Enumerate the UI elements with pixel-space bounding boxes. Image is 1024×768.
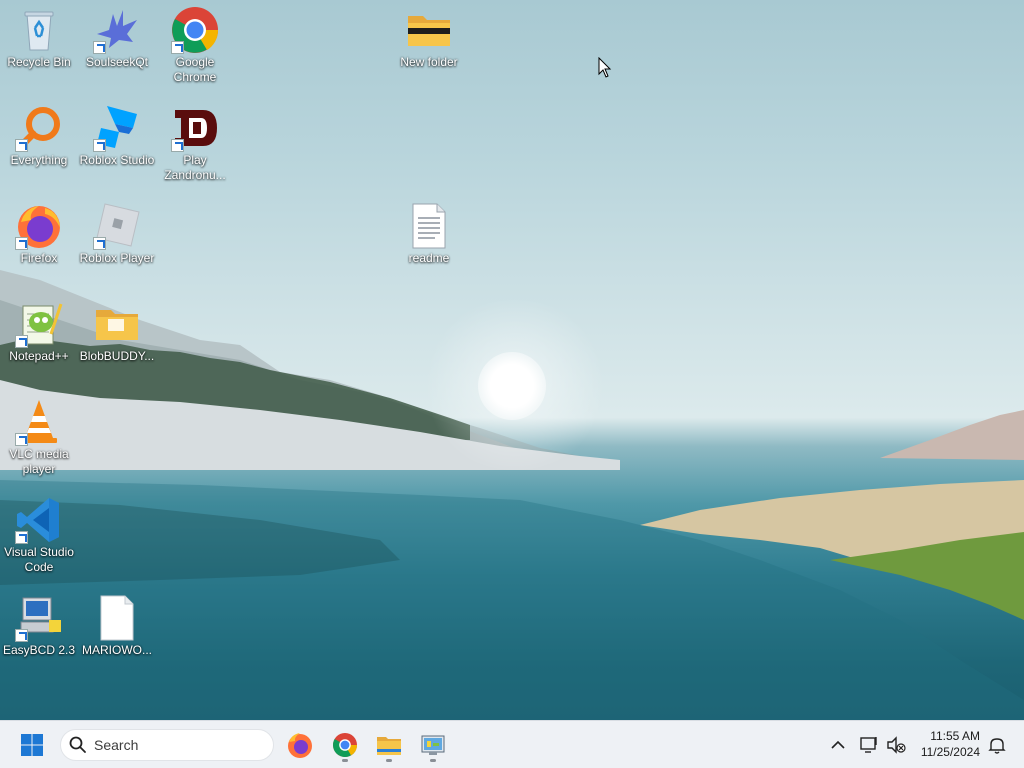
recycle-bin-icon	[15, 6, 63, 54]
folder-icon	[405, 6, 453, 54]
search-icon	[69, 736, 86, 753]
shortcut-arrow-icon	[93, 41, 106, 54]
shortcut-arrow-icon	[15, 433, 28, 446]
desktop-icon-vlc-media-player[interactable]: VLC media player	[0, 398, 79, 477]
network-display-icon	[860, 737, 877, 753]
desktop-icon-label: Everything	[10, 153, 68, 167]
notifications-button[interactable]	[985, 733, 1009, 757]
shortcut-arrow-icon	[15, 237, 28, 250]
desktop-icon-blobbuddy[interactable]: BlobBUDDY...	[77, 300, 157, 364]
firefox-icon	[15, 202, 63, 250]
volume-muted-icon	[887, 736, 906, 754]
desktop-icon-roblox-studio[interactable]: Roblox Studio	[77, 104, 157, 168]
file-explorer-icon	[377, 737, 401, 755]
desktop-icon-label: Visual Studio Code	[4, 545, 74, 574]
firefox-icon	[288, 733, 312, 758]
desktop-icon-label: Google Chrome	[173, 55, 217, 84]
roblox-player-icon	[93, 202, 141, 250]
desktop-icon-label: MARIOWO...	[82, 643, 152, 657]
desktop-icon-recycle-bin[interactable]: Recycle Bin	[0, 6, 79, 70]
search-box[interactable]: Search	[60, 729, 274, 761]
desktop-icon-google-chrome[interactable]: Google Chrome	[155, 6, 235, 85]
running-indicator	[386, 759, 392, 762]
desktop-icon-new-folder[interactable]: New folder	[389, 6, 469, 70]
shortcut-arrow-icon	[15, 139, 28, 152]
desktop-icon-label: readme	[408, 251, 450, 265]
sun	[478, 352, 546, 420]
search-placeholder: Search	[94, 737, 139, 753]
shortcut-arrow-icon	[93, 237, 106, 250]
desktop-icon-label: Firefox	[20, 251, 58, 265]
desktop-icon-label: BlobBUDDY...	[79, 349, 155, 363]
desktop-icon-play-zandronum[interactable]: Play Zandronu...	[155, 104, 235, 183]
folder-icon	[93, 300, 141, 348]
desktop-icon-roblox-player[interactable]: Roblox Player	[77, 202, 157, 266]
desktop-icon-everything[interactable]: Everything	[0, 104, 79, 168]
desktop-icon-soulseekqt[interactable]: SoulseekQt	[77, 6, 157, 70]
desktop-icon-mariowo[interactable]: MARIOWO...	[77, 594, 157, 658]
clock-date: 11/25/2024	[920, 745, 980, 759]
chrome-icon	[332, 733, 357, 758]
desktop-icon-label: New folder	[400, 55, 458, 69]
taskbar-firefox-button[interactable]	[282, 727, 318, 763]
desktop-icon-visual-studio-code[interactable]: Visual Studio Code	[0, 496, 79, 575]
bell-icon	[988, 738, 1006, 754]
notepad-plus-plus-icon	[15, 300, 63, 348]
desktop-icon-label: VLC media player	[9, 447, 69, 476]
desktop-icon-readme[interactable]: readme	[389, 202, 469, 266]
shortcut-arrow-icon	[171, 41, 184, 54]
windows-logo-icon	[21, 734, 43, 756]
chrome-icon	[171, 6, 219, 54]
vscode-icon	[15, 496, 63, 544]
shortcut-arrow-icon	[15, 629, 28, 642]
text-document-icon	[405, 202, 453, 250]
desktop[interactable]: Recycle Bin SoulseekQt Google Chrome New…	[0, 0, 1024, 720]
shortcut-arrow-icon	[171, 139, 184, 152]
soulseek-bird-icon	[93, 6, 141, 54]
desktop-icon-label: Roblox Player	[79, 251, 155, 265]
clock-time: 11:55 AM	[930, 729, 980, 743]
chevron-up-icon	[831, 740, 845, 749]
taskbar-file-explorer-button[interactable]	[371, 727, 407, 763]
blank-file-icon	[93, 594, 141, 642]
desktop-icon-firefox[interactable]: Firefox	[0, 202, 79, 266]
vlc-cone-icon	[15, 398, 63, 446]
start-button[interactable]	[14, 727, 50, 763]
desktop-icon-label: Recycle Bin	[7, 55, 71, 69]
desktop-icon-easybcd[interactable]: EasyBCD 2.3	[0, 594, 79, 658]
desktop-icon-label: Play Zandronu...	[164, 153, 226, 182]
clock-button[interactable]: 11:55 AM 11/25/2024	[912, 727, 982, 763]
mouse-cursor-icon	[598, 57, 612, 78]
shortcut-arrow-icon	[15, 335, 28, 348]
network-status-button[interactable]	[857, 733, 881, 757]
easybcd-computer-icon	[15, 594, 63, 642]
desktop-icon-notepad-plus-plus[interactable]: Notepad++	[0, 300, 79, 364]
control-panel-icon	[421, 735, 445, 755]
zandronum-icon	[171, 104, 219, 152]
show-hidden-icons-button[interactable]	[826, 733, 850, 757]
roblox-studio-icon	[93, 104, 141, 152]
desktop-icon-label: Notepad++	[9, 349, 69, 363]
shortcut-arrow-icon	[15, 531, 28, 544]
desktop-icon-label: EasyBCD 2.3	[2, 643, 76, 657]
running-indicator	[342, 759, 348, 762]
shortcut-arrow-icon	[93, 139, 106, 152]
taskbar-control-panel-button[interactable]	[415, 727, 451, 763]
everything-magnifier-icon	[15, 104, 63, 152]
volume-button[interactable]	[884, 733, 908, 757]
desktop-icon-label: Roblox Studio	[79, 153, 155, 167]
taskbar: Search 11:55 AM 11/25/2024	[0, 720, 1024, 768]
desktop-icon-label: SoulseekQt	[85, 55, 149, 69]
running-indicator	[430, 759, 436, 762]
taskbar-chrome-button[interactable]	[327, 727, 363, 763]
